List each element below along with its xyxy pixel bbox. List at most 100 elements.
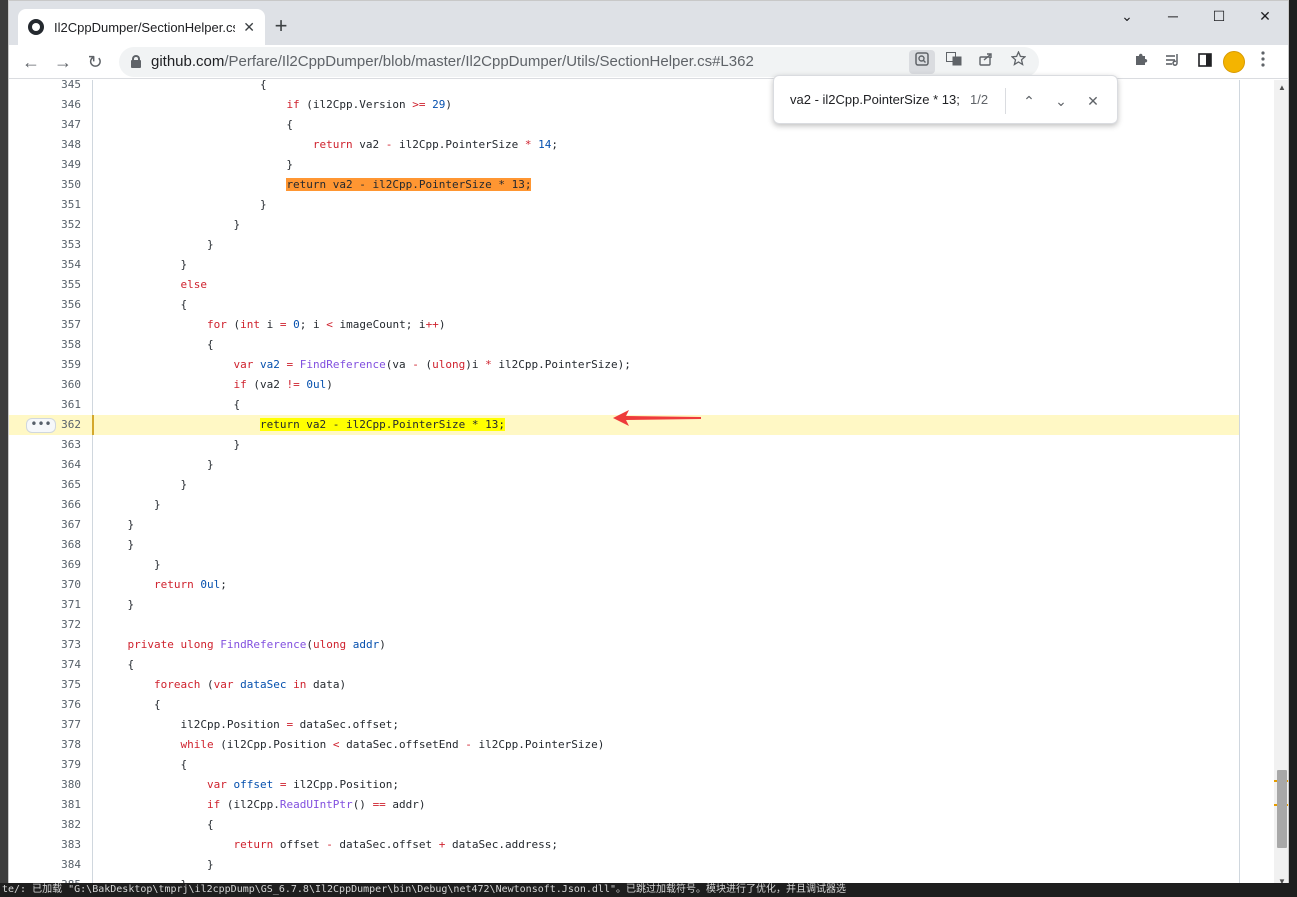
line-number[interactable]: 356	[41, 295, 81, 315]
code-line: 359 var va2 = FindReference(va - (ulong)…	[9, 355, 1239, 375]
code-text: }	[101, 158, 294, 171]
line-number[interactable]: 381	[41, 795, 81, 815]
extensions-puzzle-icon[interactable]	[1127, 49, 1155, 75]
address-bar[interactable]: github.com/Perfare/Il2CppDumper/blob/mas…	[119, 47, 1039, 77]
code-line: 384 }	[9, 855, 1239, 875]
code-line: 351 }	[9, 195, 1239, 215]
line-number[interactable]: 380	[41, 775, 81, 795]
scrollbar-thumb[interactable]	[1277, 770, 1287, 848]
code-text: var va2 = FindReference(va - (ulong)i * …	[233, 358, 631, 371]
translate-icon[interactable]	[941, 50, 967, 74]
line-number[interactable]: 354	[41, 255, 81, 275]
line-number[interactable]: 358	[41, 335, 81, 355]
find-count: 1/2	[970, 92, 989, 107]
minimize-button[interactable]: ─	[1150, 1, 1196, 33]
code-line: 368 }	[9, 535, 1239, 555]
code-text: }	[101, 438, 241, 451]
line-number[interactable]: 367	[41, 515, 81, 535]
line-number[interactable]: 351	[41, 195, 81, 215]
line-number[interactable]: 350	[41, 175, 81, 195]
line-number[interactable]: 352	[41, 215, 81, 235]
omnibox-actions	[909, 50, 1031, 74]
browser-window: Il2CppDumper/SectionHelper.cs at master …	[8, 0, 1289, 889]
line-number[interactable]: 369	[41, 555, 81, 575]
reload-button[interactable]: ↻	[81, 48, 109, 76]
reading-list-icon[interactable]	[1159, 49, 1187, 75]
lock-icon[interactable]	[131, 55, 141, 68]
code-line: 350 return va2 - il2Cpp.PointerSize * 13…	[9, 175, 1239, 195]
tab-close-button[interactable]: ✕	[243, 19, 255, 36]
line-number[interactable]: 349	[41, 155, 81, 175]
url-text[interactable]: github.com/Perfare/Il2CppDumper/blob/mas…	[151, 53, 754, 70]
code-line: 369 }	[9, 555, 1239, 575]
line-number[interactable]: 384	[41, 855, 81, 875]
line-number[interactable]: 368	[41, 535, 81, 555]
line-number[interactable]: 371	[41, 595, 81, 615]
code-line: 352 }	[9, 215, 1239, 235]
line-number[interactable]: 378	[41, 735, 81, 755]
tab-strip: Il2CppDumper/SectionHelper.cs at master …	[9, 1, 1288, 45]
window-controls: ⌄ ─ ☐ ✕	[1104, 1, 1288, 33]
line-number[interactable]: 372	[41, 615, 81, 635]
code-text: }	[101, 858, 214, 871]
line-number[interactable]: 357	[41, 315, 81, 335]
code-line: 348 return va2 - il2Cpp.PointerSize * 14…	[9, 135, 1239, 155]
line-number[interactable]: 377	[41, 715, 81, 735]
line-number[interactable]: 383	[41, 835, 81, 855]
vertical-scrollbar[interactable]: ▲ ▼	[1274, 80, 1288, 888]
scroll-up-arrow-icon[interactable]: ▲	[1274, 80, 1288, 96]
line-number[interactable]: 374	[41, 655, 81, 675]
line-number[interactable]: 364	[41, 455, 81, 475]
tab-search-button[interactable]: ⌄	[1104, 1, 1150, 33]
code-line: 367 }	[9, 515, 1239, 535]
active-tab[interactable]: Il2CppDumper/SectionHelper.cs at master …	[18, 9, 265, 45]
line-number[interactable]: 363	[41, 435, 81, 455]
code-text: {	[101, 80, 267, 91]
line-number[interactable]: 373	[41, 635, 81, 655]
chrome-menu-icon[interactable]	[1249, 49, 1277, 75]
line-number[interactable]: 375	[41, 675, 81, 695]
side-panel-icon[interactable]	[1191, 49, 1219, 75]
line-number[interactable]: 365	[41, 475, 81, 495]
new-tab-button[interactable]: +	[267, 13, 295, 41]
profile-avatar[interactable]	[1223, 51, 1245, 73]
share-icon[interactable]	[973, 50, 999, 74]
line-number[interactable]: 346	[41, 95, 81, 115]
close-window-button[interactable]: ✕	[1242, 1, 1288, 33]
find-close-button[interactable]: ✕	[1080, 88, 1106, 114]
bookmark-star-icon[interactable]	[1005, 50, 1031, 74]
line-number[interactable]: 366	[41, 495, 81, 515]
code-line: 378 while (il2Cpp.Position < dataSec.off…	[9, 735, 1239, 755]
line-number[interactable]: 382	[41, 815, 81, 835]
line-number[interactable]: 348	[41, 135, 81, 155]
find-next-button[interactable]: ⌄	[1048, 88, 1074, 114]
line-number[interactable]: 347	[41, 115, 81, 135]
maximize-button[interactable]: ☐	[1196, 1, 1242, 33]
code-text: }	[101, 218, 241, 231]
code-text: }	[101, 498, 161, 511]
code-line: 363 }	[9, 435, 1239, 455]
code-line: 354 }	[9, 255, 1239, 275]
background-window-edge	[1289, 0, 1297, 883]
line-number[interactable]: 360	[41, 375, 81, 395]
line-number[interactable]: 353	[41, 235, 81, 255]
back-button[interactable]: ←	[17, 48, 45, 76]
line-number[interactable]: 362	[41, 415, 81, 435]
code-text: }	[101, 598, 135, 611]
forward-button[interactable]: →	[49, 48, 77, 76]
line-number[interactable]: 361	[41, 395, 81, 415]
line-number[interactable]: 376	[41, 695, 81, 715]
code-text: foreach (var dataSec in data)	[153, 678, 347, 691]
line-number[interactable]: 345	[41, 80, 81, 95]
code-text: else	[180, 278, 207, 291]
find-input[interactable]: va2 - il2Cpp.PointerSize * 13;	[790, 92, 960, 107]
find-previous-button[interactable]: ⌃	[1016, 88, 1042, 114]
line-number[interactable]: 359	[41, 355, 81, 375]
find-bar: va2 - il2Cpp.PointerSize * 13; 1/2 ⌃ ⌄ ✕	[773, 75, 1118, 124]
code-text: {	[101, 818, 214, 831]
line-number[interactable]: 370	[41, 575, 81, 595]
code-text: {	[101, 118, 294, 131]
find-in-page-icon[interactable]	[909, 50, 935, 74]
line-number[interactable]: 355	[41, 275, 81, 295]
line-number[interactable]: 379	[41, 755, 81, 775]
